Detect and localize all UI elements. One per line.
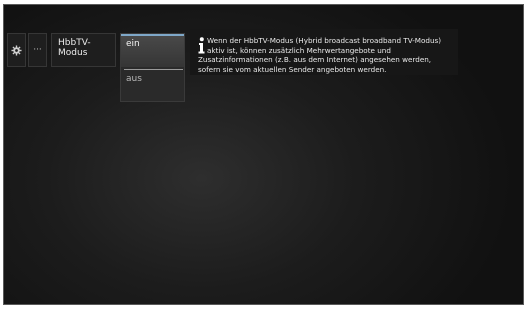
tv-screen: ··· HbbTV-Modus ein aus Wenn der HbbTV-M… [3,4,524,305]
option-label: aus [126,74,142,84]
info-panel: Wenn der HbbTV-Modus (Hybrid broadcast b… [190,29,458,75]
more-tile[interactable]: ··· [28,33,47,67]
settings-tile[interactable] [7,33,26,67]
option-label: ein [126,39,140,49]
more-label: ··· [33,44,42,55]
option-aus[interactable]: aus [121,69,184,102]
info-icon [198,37,205,54]
hbbtv-mode-setting[interactable]: HbbTV-Modus [51,33,116,67]
option-list: ein aus [120,33,185,102]
info-text: Wenn der HbbTV-Modus (Hybrid broadcast b… [198,36,442,74]
setting-label: HbbTV-Modus [58,38,91,58]
gear-icon [11,44,22,56]
option-ein[interactable]: ein [121,34,184,67]
